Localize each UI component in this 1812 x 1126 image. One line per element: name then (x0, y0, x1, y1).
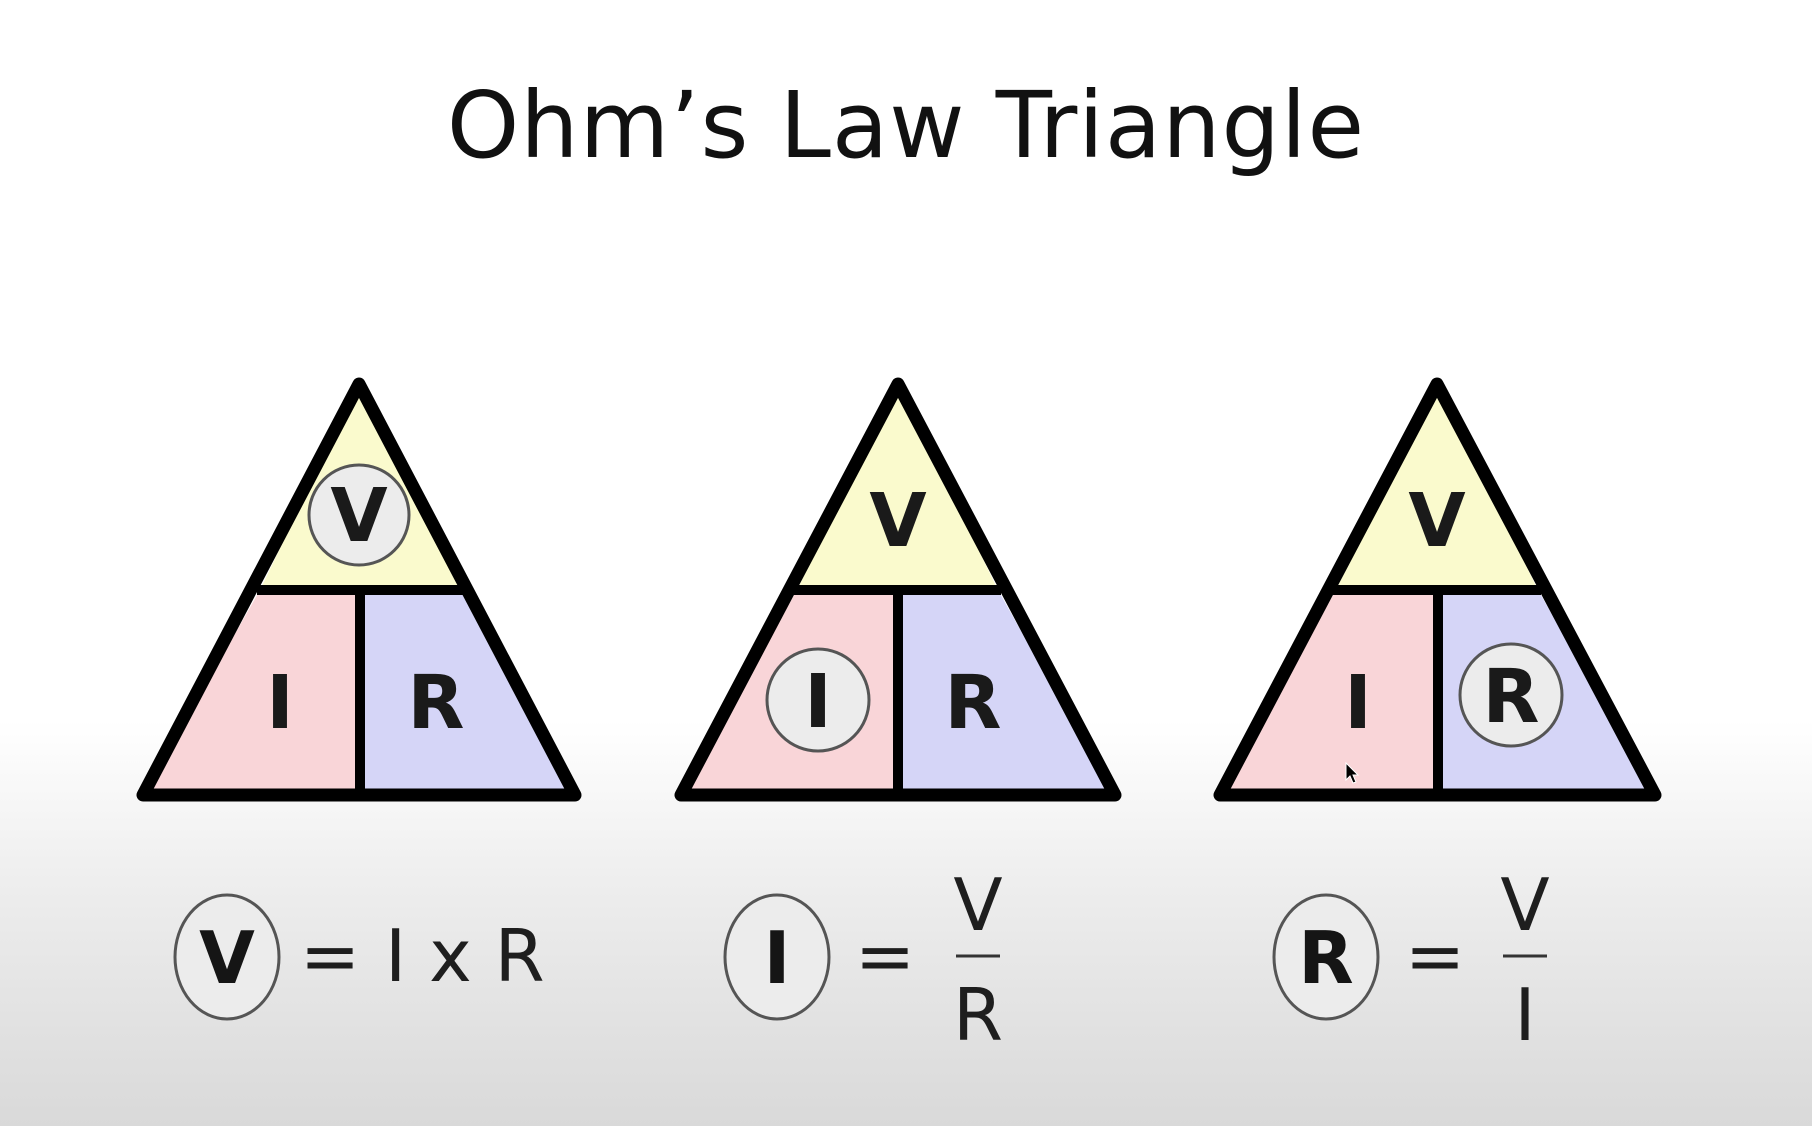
formula-denominator: I (1514, 973, 1535, 1057)
formula-current: I = V R (723, 863, 1003, 1057)
formula-numerator: V (953, 863, 1002, 947)
triangle-v-highlight: V I R (136, 377, 582, 802)
triangle-top-letter: V (330, 473, 387, 559)
triangle-r-highlight: V I R (1213, 377, 1662, 802)
formula-equals: = (300, 914, 360, 998)
triangle-right-section (898, 590, 1113, 795)
triangle-right-letter: R (408, 660, 465, 746)
formula-subject: I (764, 916, 791, 1000)
triangle-top-letter: V (1408, 478, 1465, 564)
triangle-left-letter: I (1344, 660, 1372, 746)
triangle-top-letter: V (869, 478, 926, 564)
formula-equals: = (1405, 914, 1465, 998)
formula-subject: R (1298, 916, 1353, 1000)
formula-resistance: R = V I (1272, 863, 1550, 1057)
formula-numerator: V (1500, 863, 1549, 947)
triangle-right-section (360, 590, 575, 795)
formula-rhs: I x R (385, 914, 545, 998)
formula-denominator: R (953, 973, 1003, 1057)
triangle-right-letter: R (945, 660, 1002, 746)
triangle-left-section (143, 590, 360, 795)
formula-voltage: V = I x R (173, 893, 545, 1021)
triangle-left-section (1220, 590, 1438, 795)
ohms-law-diagram: V I R V I R V I R V = I x R I = V R R = … (136, 377, 1662, 1057)
formula-subject: V (199, 916, 255, 1000)
triangle-left-letter: I (266, 660, 294, 746)
triangle-right-letter: R (1483, 654, 1540, 740)
formula-equals: = (855, 914, 915, 998)
triangle-left-letter: I (804, 659, 832, 745)
triangle-i-highlight: V I R (674, 377, 1122, 802)
